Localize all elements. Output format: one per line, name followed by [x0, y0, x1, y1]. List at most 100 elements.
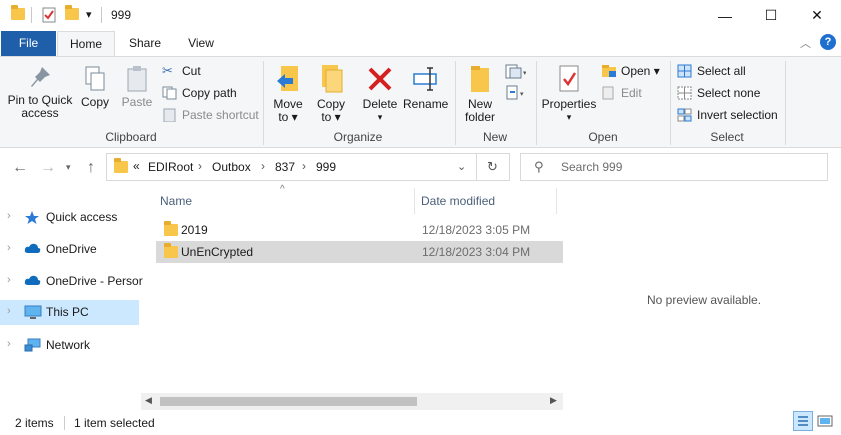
breadcrumb-edireot[interactable]: EDIRoot: [148, 160, 193, 174]
scrollbar-thumb[interactable]: [160, 397, 417, 406]
tab-home[interactable]: Home: [57, 31, 115, 57]
network-icon: [24, 338, 41, 352]
cloud-icon: [24, 274, 41, 288]
window-title: 999: [111, 8, 132, 22]
expand-arrow-icon[interactable]: ›: [7, 242, 11, 254]
new-folder-icon: [471, 66, 489, 92]
nav-item-this-pc[interactable]: › This PC: [0, 300, 139, 325]
expand-arrow-icon[interactable]: ›: [7, 305, 11, 317]
breadcrumb-999[interactable]: 999: [316, 160, 336, 174]
invert-selection-label: Invert selection: [697, 108, 778, 122]
nav-item-onedrive[interactable]: › OneDrive: [0, 237, 139, 262]
file-name: UnEnCrypted: [181, 245, 254, 259]
edit-button[interactable]: Edit: [601, 83, 642, 103]
file-row-selected[interactable]: UnEnCrypted 12/18/2023 3:04 PM: [156, 241, 563, 263]
copy-to-button[interactable]: Copy to ▾: [313, 63, 349, 124]
rename-button[interactable]: Rename: [403, 63, 449, 111]
forward-arrow-icon[interactable]: →: [40, 159, 56, 177]
chevron-right-icon[interactable]: ›: [261, 159, 265, 173]
properties-quick-icon[interactable]: [42, 7, 56, 26]
tab-view[interactable]: View: [178, 31, 224, 56]
breadcrumb-837[interactable]: 837: [275, 160, 295, 174]
rename-label: Rename: [403, 97, 449, 111]
tab-file[interactable]: File: [1, 31, 56, 56]
pin-to-quick-access-button[interactable]: Pin to Quick access: [4, 65, 76, 120]
move-to-button[interactable]: Move to ▾: [270, 63, 306, 124]
scroll-right-icon[interactable]: ▶: [550, 395, 557, 406]
properties-dropdown-icon[interactable]: ▾: [540, 111, 598, 124]
breadcrumb-outbox[interactable]: Outbox: [212, 160, 251, 174]
nav-item-quick-access[interactable]: › Quick access: [0, 205, 139, 230]
breadcrumb-overflow[interactable]: «: [133, 159, 140, 173]
properties-button[interactable]: Properties ▾: [540, 63, 598, 124]
delete-button[interactable]: Delete ▾: [360, 63, 400, 124]
address-bar[interactable]: « EDIRoot › Outbox › 837 › 999 ⌄ ↻: [106, 153, 510, 181]
expand-arrow-icon[interactable]: ›: [7, 274, 11, 286]
easy-access-icon[interactable]: ▾: [504, 85, 526, 104]
nav-label: Network: [46, 338, 91, 352]
select-all-button[interactable]: Select all: [677, 61, 746, 81]
select-all-icon: [677, 64, 692, 78]
minimize-button[interactable]: —: [702, 0, 748, 31]
open-button[interactable]: Open ▾: [601, 61, 660, 81]
divider: [64, 416, 65, 430]
cut-label: Cut: [182, 64, 201, 78]
folder-icon: [164, 243, 178, 258]
invert-selection-button[interactable]: Invert selection: [677, 105, 778, 125]
large-icons-view-icon[interactable]: [817, 413, 833, 432]
nav-item-network[interactable]: › Network: [0, 333, 139, 358]
copy-icon: [85, 66, 105, 91]
column-header-name[interactable]: Name: [160, 194, 192, 208]
divider: [476, 154, 477, 180]
paste-shortcut-icon: [162, 108, 177, 123]
copy-button[interactable]: Copy: [78, 65, 112, 109]
expand-arrow-icon[interactable]: ›: [7, 210, 11, 222]
cloud-icon: [24, 242, 41, 256]
address-dropdown-icon[interactable]: ⌄: [457, 160, 466, 173]
details-view-icon[interactable]: [793, 411, 813, 431]
file-row[interactable]: 2019 12/18/2023 3:05 PM: [156, 219, 563, 241]
move-to-label-2: to ▾: [278, 110, 298, 124]
search-box[interactable]: ⚲ Search 999: [520, 153, 828, 181]
nav-item-onedrive-personal[interactable]: › OneDrive - Persor: [0, 269, 143, 294]
paste-button[interactable]: Paste: [118, 65, 156, 109]
group-label-new: New: [482, 130, 507, 144]
back-arrow-icon[interactable]: ←: [12, 159, 28, 177]
collapse-ribbon-icon[interactable]: ︿: [800, 35, 811, 51]
horizontal-scrollbar[interactable]: ◀ ▶: [141, 393, 563, 410]
chevron-right-icon[interactable]: ›: [302, 159, 306, 173]
select-none-button[interactable]: Select none: [677, 83, 760, 103]
search-input[interactable]: Search 999: [561, 160, 622, 174]
paste-shortcut-button[interactable]: Paste shortcut: [162, 105, 259, 125]
copy-path-button[interactable]: Copy path: [162, 83, 237, 103]
refresh-icon[interactable]: ↻: [487, 159, 498, 175]
close-button[interactable]: ✕: [794, 0, 840, 31]
scroll-left-icon[interactable]: ◀: [145, 395, 152, 406]
customize-toolbar-icon[interactable]: ▾: [86, 8, 92, 21]
cut-button[interactable]: ✂ Cut: [162, 61, 201, 81]
ribbon-tabs: File Home Share View ︿ ?: [0, 31, 841, 57]
new-folder-quick-icon[interactable]: [65, 5, 79, 20]
column-divider[interactable]: [556, 188, 557, 214]
computer-icon: [24, 305, 42, 319]
new-folder-button[interactable]: New folder: [459, 63, 501, 124]
delete-label: Delete: [362, 97, 398, 111]
column-header-date-modified[interactable]: Date modified: [421, 194, 495, 208]
group-divider: [536, 61, 537, 145]
nav-label: OneDrive - Persor: [46, 274, 143, 288]
maximize-button[interactable]: ☐: [748, 0, 794, 31]
paste-label: Paste: [121, 95, 153, 109]
delete-dropdown-icon[interactable]: ▾: [360, 111, 400, 124]
column-divider[interactable]: [414, 188, 415, 214]
group-divider: [455, 61, 456, 145]
folder-icon: [11, 5, 25, 20]
help-icon[interactable]: ?: [820, 34, 836, 50]
up-arrow-icon[interactable]: ↑: [87, 159, 95, 177]
new-item-icon[interactable]: ▾: [504, 64, 527, 83]
select-none-icon: [677, 86, 692, 100]
svg-text:▾: ▾: [523, 70, 526, 77]
tab-share[interactable]: Share: [122, 31, 168, 56]
expand-arrow-icon[interactable]: ›: [7, 338, 11, 350]
chevron-right-icon[interactable]: ›: [198, 159, 202, 173]
recent-locations-icon[interactable]: ▾: [66, 162, 71, 173]
